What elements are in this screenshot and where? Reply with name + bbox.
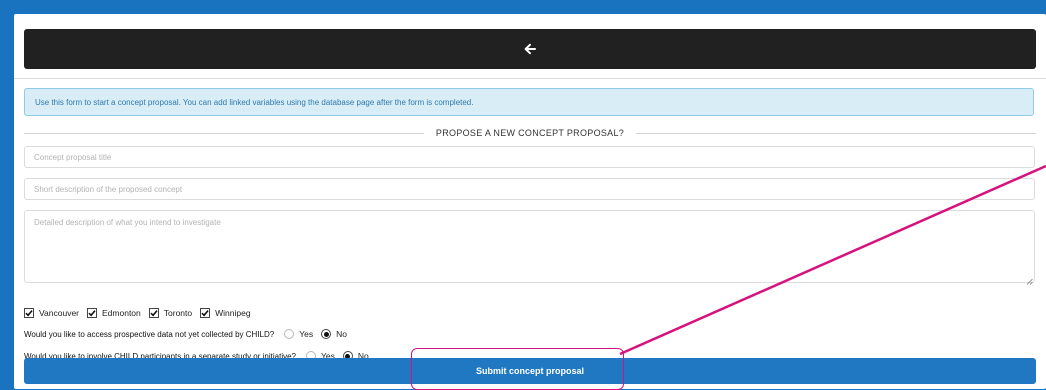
section-heading: PROPOSE A NEW CONCEPT PROPOSAL? [24, 127, 1036, 139]
checkmark-icon [201, 310, 209, 317]
checkbox-vancouver[interactable] [24, 308, 34, 318]
section-title: PROPOSE A NEW CONCEPT PROPOSAL? [435, 128, 625, 138]
divider [24, 132, 424, 134]
radio-no[interactable] [321, 329, 332, 339]
divider [14, 78, 1046, 79]
submit-button[interactable]: Submit concept proposal [24, 358, 1036, 384]
checkmark-icon [150, 310, 158, 317]
question-prospective-data: Would you like to access prospective dat… [24, 327, 351, 341]
info-text: Use this form to start a concept proposa… [35, 97, 474, 107]
checkmark-icon [88, 310, 96, 317]
arrow-left-icon [524, 43, 536, 55]
checkbox-label: Vancouver [39, 308, 80, 318]
concept-title-input[interactable] [24, 146, 1035, 168]
site-checkboxes: Vancouver Edmonton Toronto Winnipeg [24, 306, 259, 320]
checkmark-icon [25, 310, 33, 317]
resize-grip-icon[interactable] [1026, 278, 1033, 285]
checkbox-label: Edmonton [102, 308, 141, 318]
checkbox-winnipeg[interactable] [200, 308, 211, 318]
checkbox-label: Toronto [163, 308, 193, 318]
radio-label: No [336, 329, 347, 339]
question-text: Would you like to access prospective dat… [24, 329, 275, 339]
detailed-description-textarea[interactable] [24, 210, 1035, 283]
divider [636, 132, 1036, 134]
form-panel: Use this form to start a concept proposa… [14, 14, 1046, 389]
checkbox-label: Winnipeg [215, 308, 251, 318]
checkbox-toronto[interactable] [148, 308, 159, 318]
checkbox-edmonton[interactable] [87, 308, 98, 318]
radio-label: Yes [299, 329, 314, 339]
radio-yes[interactable] [284, 329, 295, 339]
back-button[interactable] [24, 29, 1036, 69]
short-description-input[interactable] [24, 178, 1035, 200]
info-alert: Use this form to start a concept proposa… [24, 88, 1034, 116]
